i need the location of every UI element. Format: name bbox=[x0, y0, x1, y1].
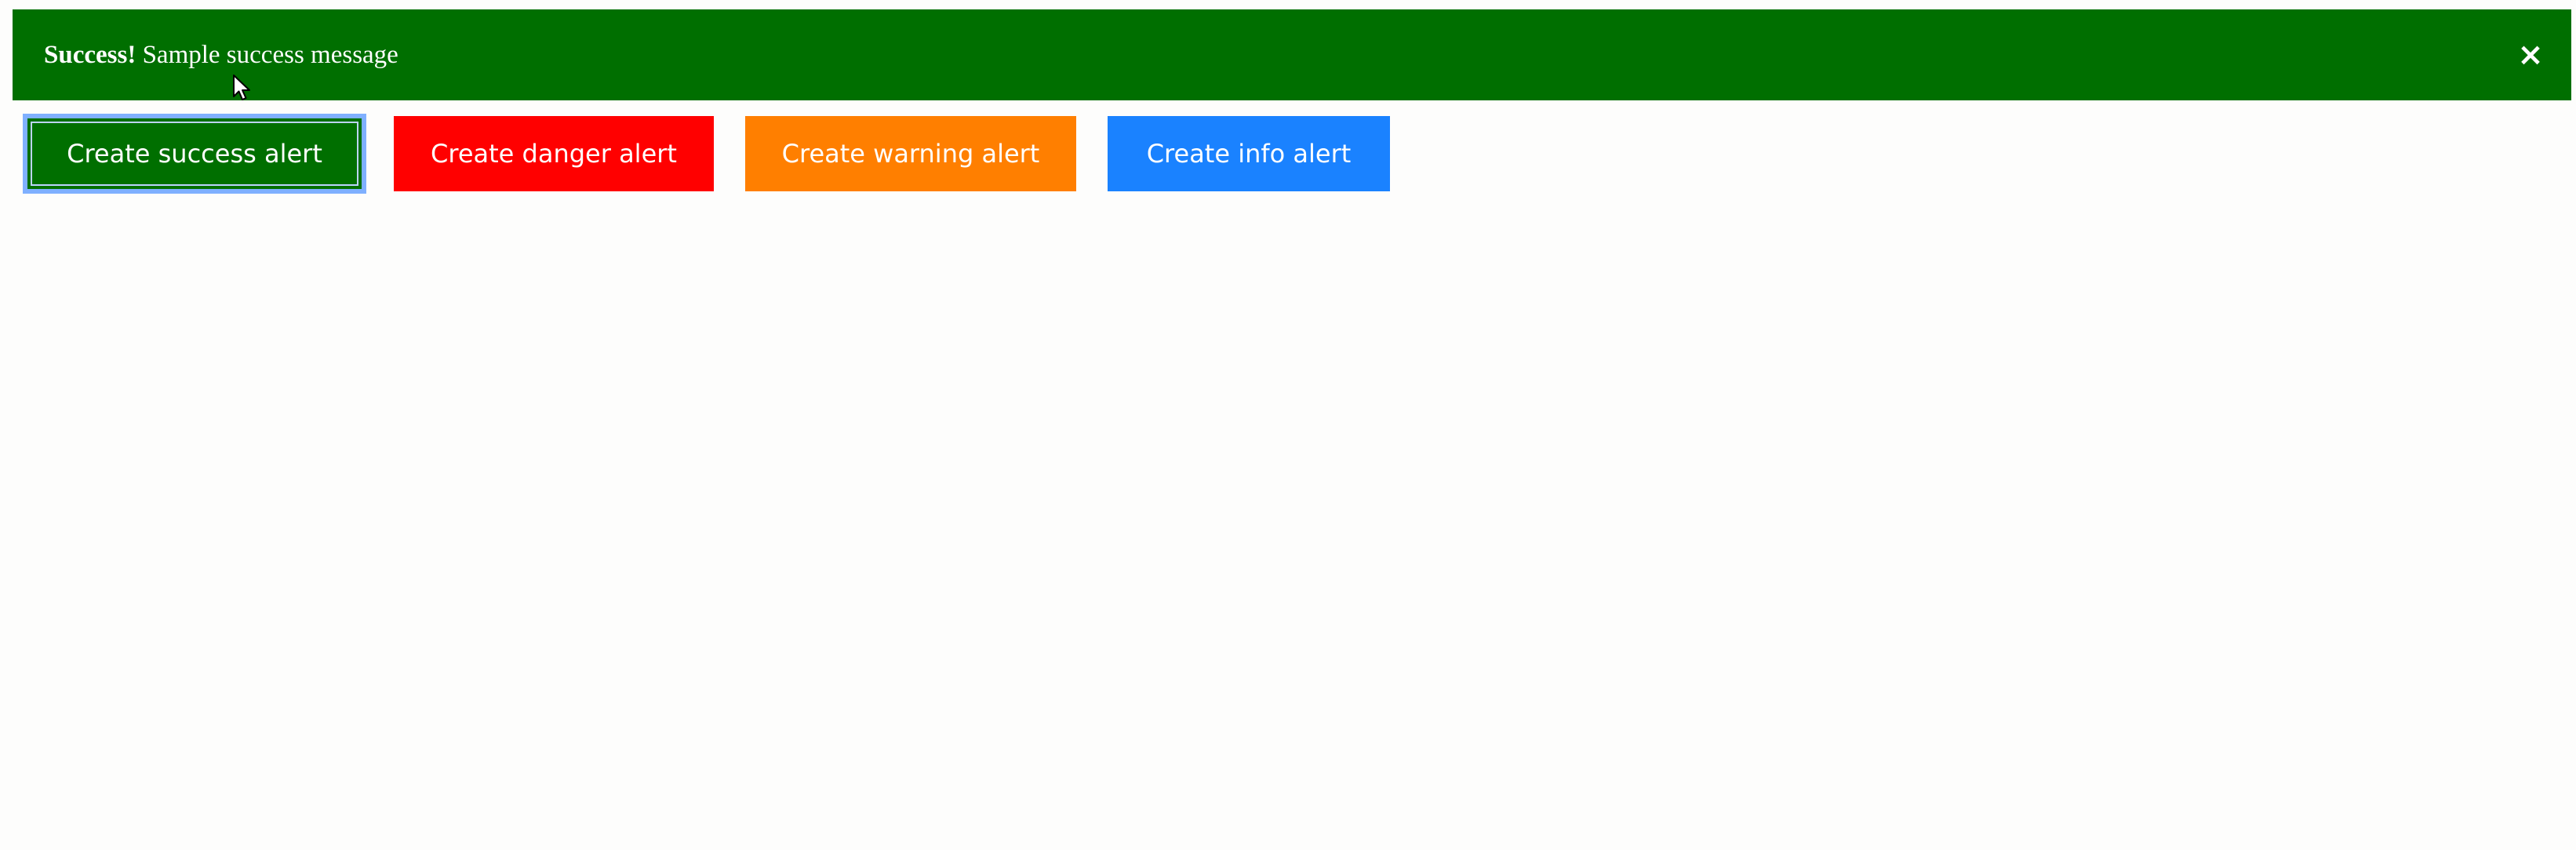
alert-message: Sample success message bbox=[142, 41, 398, 69]
close-alert-button[interactable]: × bbox=[2510, 35, 2551, 75]
close-icon: × bbox=[2517, 37, 2544, 73]
alert-text: Success! Sample success message bbox=[44, 9, 398, 100]
create-warning-alert-button[interactable]: Create warning alert bbox=[745, 116, 1076, 191]
create-success-alert-button[interactable]: Create success alert bbox=[23, 114, 366, 194]
create-danger-alert-button[interactable]: Create danger alert bbox=[394, 116, 714, 191]
success-alert: Success! Sample success message × bbox=[13, 9, 2571, 100]
create-info-alert-button[interactable]: Create info alert bbox=[1108, 116, 1390, 191]
alert-title: Success! bbox=[44, 41, 136, 69]
